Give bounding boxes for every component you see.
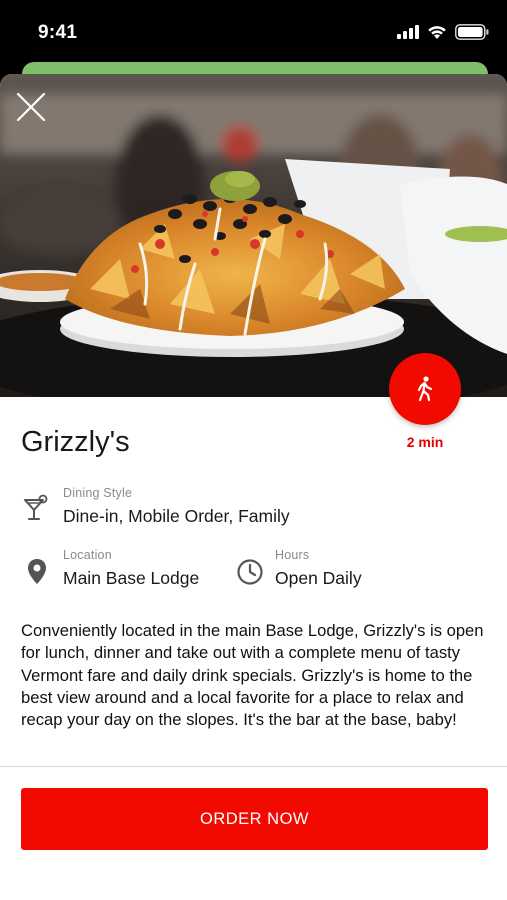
clock-icon: [236, 558, 264, 591]
battery-icon: [455, 24, 489, 40]
restaurant-detail-sheet: 2 min Grizzly's Dining Style Dine-in, Mo…: [0, 74, 507, 900]
wifi-icon: [428, 25, 446, 39]
cocktail-icon: [22, 494, 50, 527]
status-bar: 9:41: [0, 0, 507, 64]
hero-image: [0, 74, 507, 397]
status-time: 9:41: [38, 22, 78, 43]
cellular-signal-icon: [397, 25, 419, 39]
divider: [0, 766, 507, 767]
location-pin-icon: [26, 558, 48, 591]
location-block: Location Main Base Lodge: [63, 548, 199, 589]
hours-block: Hours Open Daily: [275, 548, 362, 589]
close-button[interactable]: [14, 90, 48, 124]
walking-person-icon: [417, 376, 433, 402]
location-label: Location: [63, 548, 112, 562]
close-icon: [16, 92, 46, 122]
dining-style-label: Dining Style: [63, 486, 133, 500]
hours-value: Open Daily: [275, 568, 362, 588]
location-value: Main Base Lodge: [63, 568, 200, 588]
status-icons: [397, 24, 489, 40]
walking-directions-button[interactable]: [389, 353, 461, 425]
restaurant-name: Grizzly's: [21, 426, 130, 458]
restaurant-description: Conveniently located in the main Base Lo…: [21, 621, 484, 730]
dining-style-value: Dine-in, Mobile Order, Family: [63, 506, 290, 526]
hours-label: Hours: [275, 548, 310, 562]
dining-style-block: Dining Style Dine-in, Mobile Order, Fami…: [63, 486, 290, 527]
order-now-button[interactable]: ORDER NOW: [21, 788, 488, 850]
walk-time: 2 min: [406, 434, 444, 450]
